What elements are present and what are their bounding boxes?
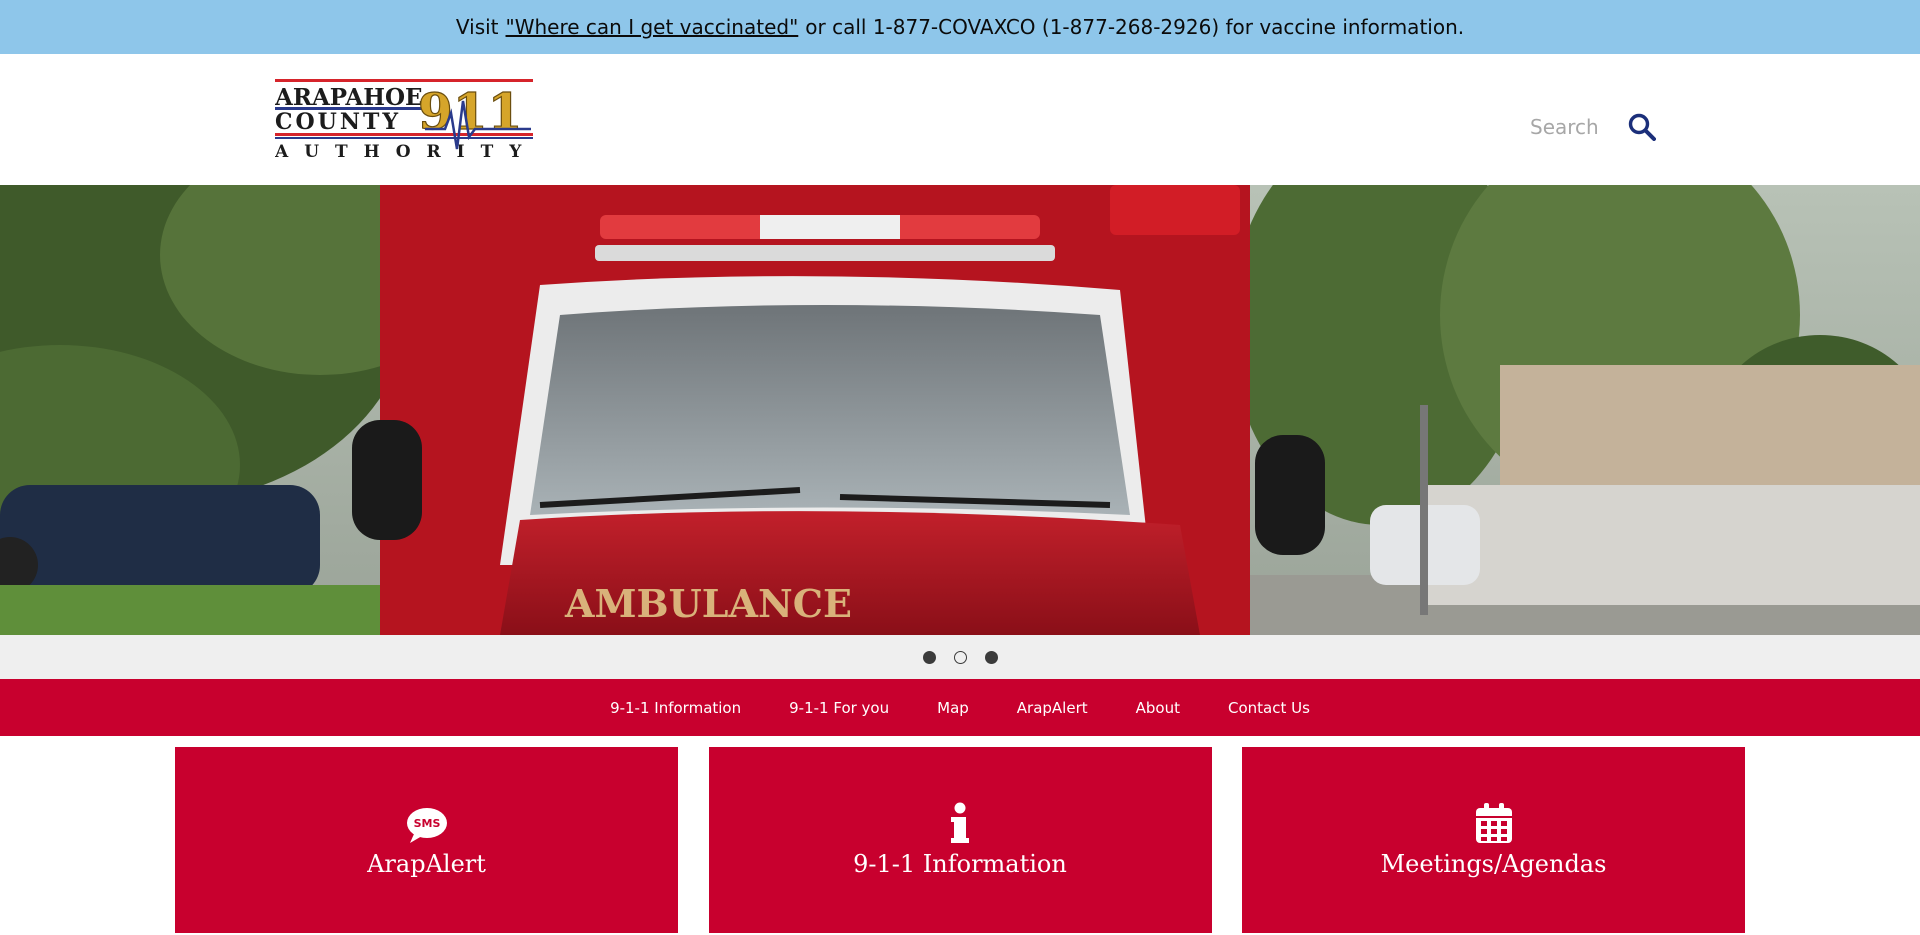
logo-line1: ARAPAHOE [275, 84, 423, 111]
calendar-icon [1475, 802, 1513, 844]
alert-prefix: Visit [455, 15, 499, 39]
nav-item-911-for-you[interactable]: 9-1-1 For you [789, 699, 889, 717]
logo-line3: AUTHORITY [275, 142, 535, 162]
nav-item-911-information[interactable]: 9-1-1 Information [610, 699, 741, 717]
search-input[interactable] [1530, 115, 1610, 139]
alert-suffix: or call 1-877-COVAXCO (1-877-268-2926) f… [805, 15, 1465, 39]
quick-links: SMS ArapAlert 9-1-1 Information Meetings… [175, 747, 1745, 933]
search-icon [1628, 113, 1656, 141]
logo-line2: COUNTY [275, 109, 401, 135]
hero-slide: AMBULANCE [0, 185, 1920, 635]
slider-pagination [0, 635, 1920, 679]
card-label: 9-1-1 Information [853, 850, 1067, 878]
alert-banner: Visit "Where can I get vaccinated" or ca… [0, 0, 1920, 54]
card-arapalert[interactable]: SMS ArapAlert [175, 747, 678, 933]
logo-number: 911 [418, 82, 522, 141]
slider-dot-1[interactable] [922, 650, 936, 664]
logo-graphic: ARAPAHOE COUNTY AUTHORITY 911 [274, 79, 535, 162]
site-header: ARAPAHOE COUNTY AUTHORITY 911 [0, 54, 1920, 185]
hero-ambulance-image: AMBULANCE [0, 185, 1920, 635]
main-nav: 9-1-1 Information 9-1-1 For you Map Arap… [0, 679, 1920, 736]
ambulance-lettering: AMBULANCE [564, 581, 852, 626]
vaccine-location-link[interactable]: "Where can I get vaccinated" [506, 15, 799, 39]
card-label: ArapAlert [367, 850, 486, 878]
svg-text:SMS: SMS [413, 817, 440, 830]
nav-item-about[interactable]: About [1136, 699, 1180, 717]
nav-item-contact-us[interactable]: Contact Us [1228, 699, 1310, 717]
nav-item-map[interactable]: Map [937, 699, 969, 717]
search-button[interactable] [1628, 112, 1656, 142]
sms-icon: SMS [406, 802, 448, 844]
card-911-information[interactable]: 9-1-1 Information [708, 747, 1212, 933]
slider-dot-3[interactable] [984, 650, 998, 664]
info-icon [950, 802, 970, 844]
slider-dot-2[interactable] [953, 650, 967, 664]
card-label: Meetings/Agendas [1380, 850, 1607, 878]
card-meetings-agendas[interactable]: Meetings/Agendas [1242, 747, 1745, 933]
search-area [1530, 107, 1656, 147]
site-logo[interactable]: ARAPAHOE COUNTY AUTHORITY 911 [274, 79, 535, 163]
nav-item-arapalert[interactable]: ArapAlert [1017, 699, 1088, 717]
